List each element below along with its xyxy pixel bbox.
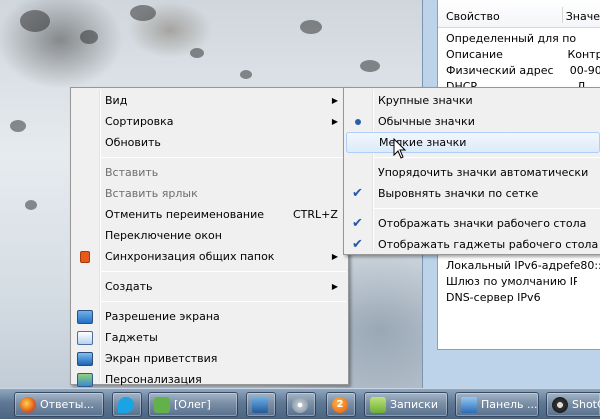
taskbar-button-monitor[interactable]	[246, 392, 276, 417]
control-panel-icon	[461, 396, 477, 413]
desktop-context-menu: Вид ▶ Сортировка ▶ Обновить Вставить Вст…	[70, 87, 349, 387]
taskbar-button-chat[interactable]: [Олег]	[148, 392, 238, 417]
view-submenu: Крупные значки Обычные значки Мелкие зна…	[343, 87, 600, 255]
menu-item-view[interactable]: Вид ▶	[73, 90, 346, 111]
mouse-pointer-icon	[393, 138, 407, 159]
menu-separator	[101, 271, 346, 272]
menu-item-screen-resolution[interactable]: Разрешение экрана	[73, 306, 346, 327]
menu-item-undo-rename[interactable]: Отменить переименование CTRL+Z	[73, 204, 346, 225]
radio-dot-icon	[354, 118, 361, 125]
taskbar-button-shot[interactable]: ShotC	[546, 392, 600, 417]
menu-item-personalization[interactable]: Персонализация	[73, 369, 346, 390]
submenu-arrow-icon: ▶	[331, 282, 338, 291]
properties-row[interactable]: Локальный IPv6-адрес...fe80::	[438, 258, 600, 274]
menu-item-welcome-screen[interactable]: Экран приветствия	[73, 348, 346, 369]
menu-item-paste[interactable]: Вставить	[73, 162, 346, 183]
skype-icon	[118, 396, 134, 413]
notes-icon	[370, 396, 386, 413]
checkmark-icon: ✔	[352, 186, 363, 201]
properties-row[interactable]: Описание Контр	[438, 47, 600, 63]
checkmark-icon: ✔	[352, 216, 363, 231]
taskbar-button-orange[interactable]: 2	[326, 392, 356, 417]
properties-row[interactable]: Физический адрес 00-90	[438, 63, 600, 79]
taskbar-button-firefox[interactable]: Ответы...	[14, 392, 104, 417]
menu-item-refresh[interactable]: Обновить	[73, 132, 346, 153]
taskbar-button-notes[interactable]: Записки	[364, 392, 448, 417]
submenu-arrow-icon: ▶	[331, 117, 338, 126]
shot-icon	[552, 396, 568, 413]
taskbar-button-skype[interactable]	[112, 392, 142, 417]
shortcut-label: CTRL+Z	[293, 208, 338, 221]
submenu-item-align-to-grid[interactable]: ✔ Выровнять значки по сетке	[346, 183, 600, 204]
column-header-property[interactable]: Свойство	[446, 10, 562, 23]
submenu-item-auto-arrange[interactable]: Упорядочить значки автоматически	[346, 162, 600, 183]
menu-item-new[interactable]: Создать ▶	[73, 276, 346, 297]
properties-row[interactable]: Определенный для по...	[438, 31, 600, 47]
orange-2-icon: 2	[332, 396, 348, 413]
disc-icon	[292, 396, 308, 413]
menu-item-paste-shortcut[interactable]: Вставить ярлык	[73, 183, 346, 204]
taskbar: Ответы... [Олег] 2 Записки Панель ... Sh…	[0, 388, 600, 419]
menu-separator	[374, 157, 600, 158]
menu-separator	[101, 301, 346, 302]
gadgets-icon	[76, 330, 93, 345]
monitor-icon	[252, 396, 268, 413]
firefox-icon	[20, 396, 36, 413]
menu-item-sync-folders[interactable]: Синхронизация общих папок ▶	[73, 246, 346, 267]
menu-separator	[374, 208, 600, 209]
properties-header: Свойство Значе	[438, 0, 600, 28]
submenu-item-medium-icons[interactable]: Обычные значки	[346, 111, 600, 132]
checkmark-icon: ✔	[352, 237, 363, 252]
menu-separator	[101, 157, 346, 158]
chat-icon	[154, 396, 170, 413]
properties-row[interactable]: Шлюз по умолчанию IP...	[438, 274, 600, 290]
submenu-item-small-icons[interactable]: Мелкие значки	[346, 132, 600, 153]
submenu-arrow-icon: ▶	[331, 96, 338, 105]
submenu-item-show-gadgets[interactable]: ✔ Отображать гаджеты рабочего стола	[346, 234, 600, 255]
menu-item-gadgets[interactable]: Гаджеты	[73, 327, 346, 348]
taskbar-button-disc[interactable]	[286, 392, 316, 417]
column-header-value[interactable]: Значе	[566, 10, 600, 23]
properties-row[interactable]: DNS-сервер IPv6	[438, 290, 600, 306]
menu-item-switch-windows[interactable]: Переключение окон	[73, 225, 346, 246]
menu-item-sort[interactable]: Сортировка ▶	[73, 111, 346, 132]
taskbar-button-control-panel[interactable]: Панель ...	[455, 392, 539, 417]
welcome-screen-icon	[76, 351, 93, 366]
personalization-icon	[76, 372, 93, 387]
submenu-arrow-icon: ▶	[331, 252, 338, 261]
sync-icon	[79, 250, 90, 263]
screen-resolution-icon	[76, 309, 93, 324]
submenu-item-large-icons[interactable]: Крупные значки	[346, 90, 600, 111]
submenu-item-show-desktop-icons[interactable]: ✔ Отображать значки рабочего стола	[346, 213, 600, 234]
